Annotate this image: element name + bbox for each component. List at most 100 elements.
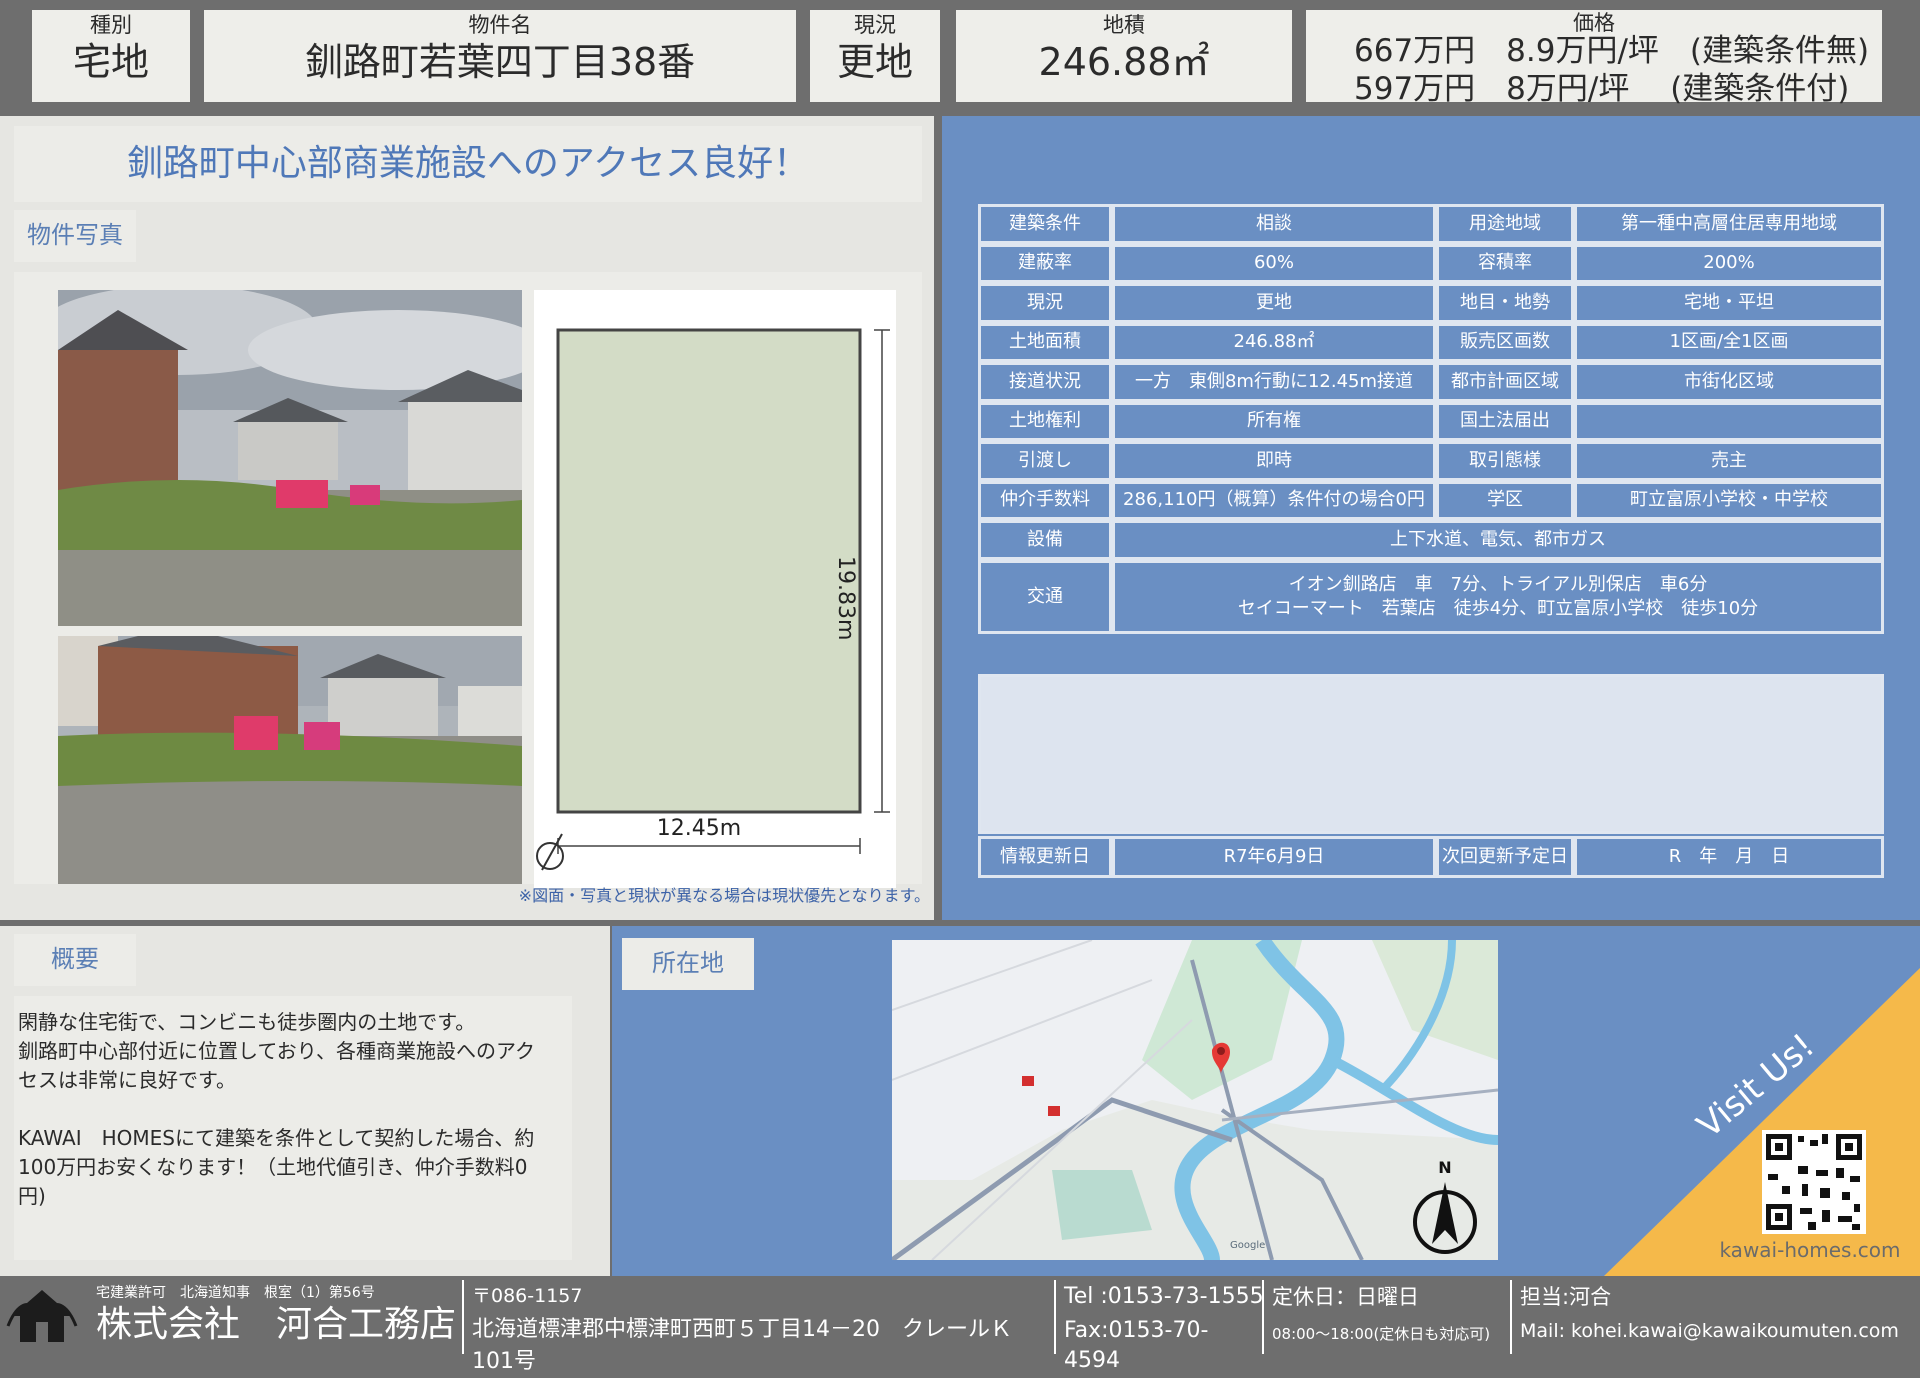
spec-value: 第一種中高層住居専用地域 <box>1574 204 1884 244</box>
spec-value <box>1574 401 1884 441</box>
spec-value: 246.88㎡ <box>1112 322 1436 362</box>
next-update-label: 次回更新予定日 <box>1436 836 1574 878</box>
footer-divider-1 <box>462 1280 464 1354</box>
qr-code-icon[interactable] <box>1762 1130 1866 1234</box>
spec-label: 土地面積 <box>978 322 1112 362</box>
address: 北海道標津郡中標津町西町５丁目14－20 クレールＫ101号 <box>472 1317 1012 1374</box>
facility-value: 上下水道、電気、都市ガス <box>1112 520 1884 560</box>
plot-height-label: 19.83m <box>833 556 858 641</box>
north-arrow-icon <box>1413 1182 1477 1254</box>
company-logo-icon <box>6 1290 78 1342</box>
fax: Fax:0153-70-4594 <box>1064 1318 1209 1373</box>
north-label: N <box>1438 1158 1452 1177</box>
mail[interactable]: Mail: kohei.kawai@kawaikoumuten.com <box>1520 1316 1916 1346</box>
license: 宅建業許可 北海道知事 根室（1）第56号 <box>96 1285 375 1301</box>
spec-label: 現況 <box>978 283 1112 323</box>
area-box: 地積 246.88㎡ <box>956 10 1292 102</box>
type-box: 種別 宅地 <box>32 10 190 102</box>
summary-line-5: 100万円お安くなります！（土地代値引き、仲介手数料0 <box>18 1155 528 1179</box>
map-graphic <box>892 940 1498 1260</box>
spec-value: 286,110円（概算）条件付の場合0円 <box>1112 480 1436 520</box>
spec-label: 国土法届出 <box>1436 401 1574 441</box>
price-box: 価格 667万円 8.9万円/坪 (建築条件無) 597万円 8万円/坪 (建築… <box>1306 10 1882 107</box>
spec-value: 一方 東側8m行動に12.45m接道 <box>1112 362 1436 402</box>
spec-label: 学区 <box>1436 480 1574 520</box>
type-value: 宅地 <box>72 40 149 84</box>
summary-tab: 概要 <box>14 934 136 986</box>
website-url[interactable]: kawai-homes.com <box>1712 1236 1908 1264</box>
transport-line-2: セイコーマート 若葉店 徒歩4分、町立富原小学校 徒歩10分 <box>1237 598 1759 619</box>
footer: 宅建業許可 北海道知事 根室（1）第56号 株式会社 河合工務店 〒086-11… <box>0 1276 1920 1374</box>
spec-value: 町立富原小学校・中学校 <box>1574 480 1884 520</box>
spec-value: 売主 <box>1574 441 1884 481</box>
spec-label: 販売区画数 <box>1436 322 1574 362</box>
status-box: 現況 更地 <box>810 10 940 102</box>
spec-value: 更地 <box>1112 283 1436 323</box>
spec-row: 土地面積 246.88㎡ 販売区画数 1区画/全1区画 <box>978 322 1884 362</box>
location-tab: 所在地 <box>622 938 754 990</box>
spec-row: 引渡し 即時 取引態様 売主 <box>978 441 1884 481</box>
spec-value: 市街化区域 <box>1574 362 1884 402</box>
company-name: 株式会社 河合工務店 <box>96 1304 457 1345</box>
status-value: 更地 <box>836 40 913 84</box>
summary-line-4: KAWAI HOMESにて建築を条件として契約した場合、約 <box>18 1126 535 1150</box>
summary-line-3: セスは非常に良好です。 <box>18 1068 236 1092</box>
transport-value: イオン釧路店 車 7分、トライアル別保店 車6分 セイコーマート 若葉店 徒歩4分… <box>1112 560 1884 634</box>
property-name-box: 物件名 釧路町若葉四丁目38番 <box>204 10 796 102</box>
spec-label: 土地権利 <box>978 401 1112 441</box>
spec-value: 所有権 <box>1112 401 1436 441</box>
spec-label: 仲介手数料 <box>978 480 1112 520</box>
summary-text: 閑静な住宅街で、コンビニも徒歩圏内の土地です。 釧路町中心部付近に位置しており、… <box>14 996 572 1260</box>
lot-photo-2 <box>58 636 522 884</box>
summary-line-1: 閑静な住宅街で、コンビニも徒歩圏内の土地です。 <box>18 1010 476 1034</box>
location-map[interactable]: Google N <box>892 940 1498 1260</box>
property-name-label: 物件名 <box>468 13 532 37</box>
lot-photo-1 <box>58 290 522 626</box>
property-name-value: 釧路町若葉四丁目38番 <box>304 40 696 84</box>
spec-value: 宅地・平坦 <box>1574 283 1884 323</box>
area-value: 246.88㎡ <box>1038 40 1210 84</box>
summary-line-6: 円) <box>18 1184 46 1208</box>
spec-row: 建築条件 相談 用途地域 第一種中高層住居専用地域 <box>978 204 1884 244</box>
spec-row: 土地権利 所有権 国土法届出 <box>978 401 1884 441</box>
spec-label: 地目・地勢 <box>1436 283 1574 323</box>
type-label: 種別 <box>90 13 132 37</box>
spec-label: 用途地域 <box>1436 204 1574 244</box>
spec-label: 引渡し <box>978 441 1112 481</box>
footer-divider-4 <box>1510 1280 1512 1354</box>
spec-label: 建蔽率 <box>978 243 1112 283</box>
facility-label: 設備 <box>978 520 1112 560</box>
spec-label: 建築条件 <box>978 204 1112 244</box>
footer-divider-3 <box>1262 1280 1264 1354</box>
photo-tab: 物件写真 <box>14 210 136 262</box>
headline: 釧路町中心部商業施設へのアクセス良好！ <box>14 126 922 202</box>
photo-panel: 釧路町中心部商業施設へのアクセス良好！ 物件写真 19.83m 12.45m ※… <box>0 116 934 920</box>
spec-value: 200% <box>1574 243 1884 283</box>
map-attribution: Google <box>1230 1240 1266 1251</box>
status-label: 現況 <box>854 13 896 37</box>
spec-row: 仲介手数料 286,110円（概算）条件付の場合0円 学区 町立富原小学校・中学校 <box>978 480 1884 520</box>
plot-width-label: 12.45m <box>656 816 742 841</box>
spec-label: 取引態様 <box>1436 441 1574 481</box>
tel[interactable]: Tel :0153-73-1555 <box>1064 1282 1264 1312</box>
spec-label: 都市計画区域 <box>1436 362 1574 402</box>
update-row: 情報更新日 R7年6月9日 次回更新予定日 R 年 月 日 <box>978 836 1884 878</box>
business-hours: 08:00～18:00(定休日も対応可) <box>1272 1325 1491 1343</box>
update-label: 情報更新日 <box>978 836 1112 878</box>
spec-table: 建築条件 相談 用途地域 第一種中高層住居専用地域 建蔽率 60% 容積率 200% 現況 更地地… <box>978 204 1884 634</box>
price-line-2: 597万円 8万円/坪 (建築条件付) <box>1354 71 1850 107</box>
spec-value: 相談 <box>1112 204 1436 244</box>
staff: 担当:河合 <box>1520 1285 1612 1309</box>
notes-area <box>978 674 1884 834</box>
next-update-value: R 年 月 日 <box>1574 836 1884 878</box>
spec-row: 現況 更地 地目・地勢 宅地・平坦 <box>978 283 1884 323</box>
spec-value: 60% <box>1112 243 1436 283</box>
summary-line-2: 釧路町中心部付近に位置しており、各種商業施設へのアク <box>18 1039 535 1063</box>
price-line-1: 667万円 8.9万円/坪 (建築条件無) <box>1354 33 1870 69</box>
holiday: 定休日：日曜日 <box>1272 1285 1419 1309</box>
spec-row: 建蔽率 60% 容積率 200% <box>978 243 1884 283</box>
spec-label: 容積率 <box>1436 243 1574 283</box>
spec-value: 即時 <box>1112 441 1436 481</box>
summary-panel: 概要 閑静な住宅街で、コンビニも徒歩圏内の土地です。 釧路町中心部付近に位置して… <box>0 926 610 1276</box>
spec-label: 接道状況 <box>978 362 1112 402</box>
